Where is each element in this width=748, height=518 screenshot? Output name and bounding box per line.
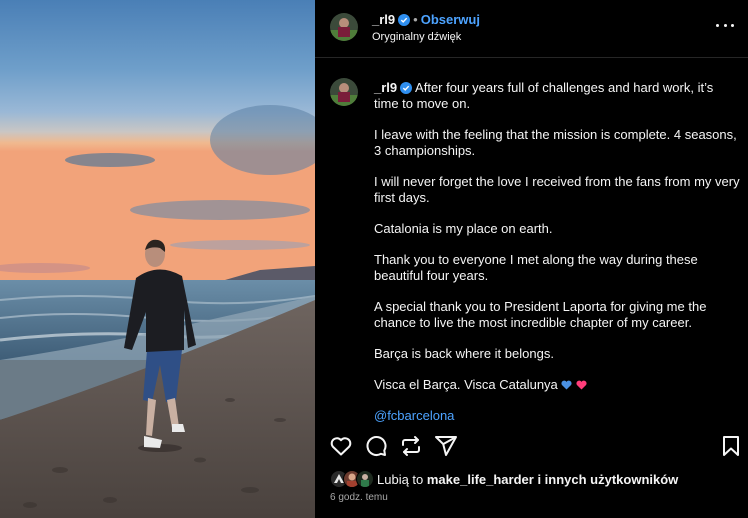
send-icon[interactable]: [434, 434, 458, 458]
post-photo[interactable]: [0, 0, 315, 518]
caption-paragraph: I will never forget the love I received …: [374, 174, 740, 205]
caption-paragraph: Thank you to everyone I met along the wa…: [374, 252, 698, 283]
mention-link[interactable]: @fcbarcelona: [374, 408, 454, 423]
others-link[interactable]: i innych użytkowników: [534, 472, 678, 487]
audio-label[interactable]: Oryginalny dźwięk: [372, 31, 461, 43]
verified-badge-icon: [400, 82, 413, 94]
beach-sunset-image: [0, 0, 315, 518]
liker-avatars[interactable]: [330, 470, 376, 488]
verified-badge-icon: [398, 14, 411, 26]
caption-paragraph: Barça is back where it belongs.: [374, 346, 554, 361]
heart-outline-icon[interactable]: [329, 434, 353, 458]
avatar: [356, 470, 374, 488]
caption-text: _rl9 After four years full of challenges…: [374, 80, 740, 439]
caption-avatar[interactable]: [330, 78, 358, 106]
action-bar: [315, 434, 748, 460]
more-options-icon[interactable]: [716, 16, 734, 34]
caption-username[interactable]: _rl9: [374, 80, 397, 95]
caption-paragraph: Catalonia is my place on earth.: [374, 221, 553, 236]
caption-paragraph: I leave with the feeling that the missio…: [374, 127, 737, 158]
separator-dot: •: [413, 12, 418, 27]
bookmark-icon[interactable]: [719, 434, 743, 458]
repost-icon[interactable]: [399, 434, 423, 458]
post-timestamp[interactable]: 6 godz. temu: [330, 492, 388, 503]
divider: [315, 57, 748, 58]
follow-button[interactable]: Obserwuj: [421, 12, 480, 27]
caption-paragraph: A special thank you to President Laporta…: [374, 299, 707, 330]
post-panel: _rl9 • Obserwuj Oryginalny dźwięk _rl9 Aft…: [315, 0, 748, 518]
username-link[interactable]: _rl9: [372, 12, 395, 27]
caption-paragraph: Visca el Barça. Visca Catalunya: [374, 377, 558, 392]
caption-first-line: After four years full of challenges and …: [374, 80, 714, 111]
pink-heart-emoji: [576, 378, 587, 390]
comment-bubble-icon[interactable]: [364, 434, 388, 458]
blue-heart-emoji: [561, 378, 572, 390]
avatar[interactable]: [330, 13, 358, 41]
likes-text: Lubią to make_life_harder i innych użytk…: [377, 472, 679, 487]
liker-username-link[interactable]: make_life_harder: [427, 472, 534, 487]
post-header: _rl9 • Obserwuj Oryginalny dźwięk: [315, 0, 748, 56]
likes-row: Lubią to make_life_harder i innych użytk…: [330, 470, 740, 488]
